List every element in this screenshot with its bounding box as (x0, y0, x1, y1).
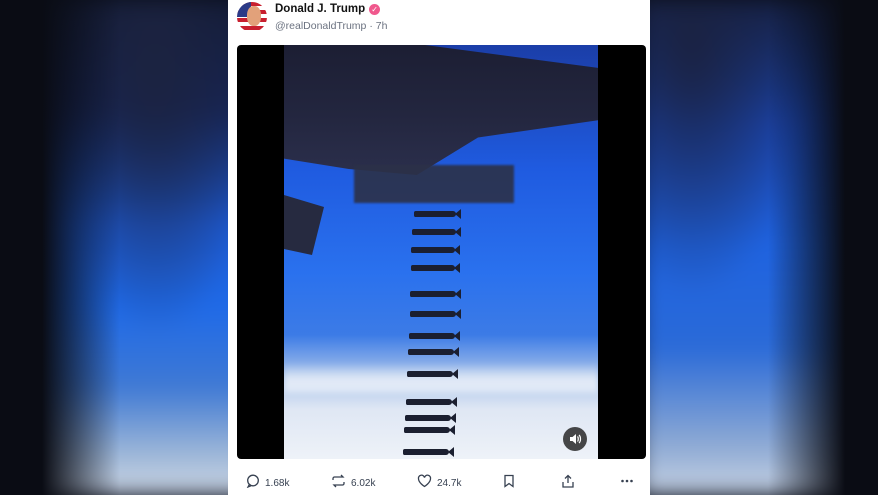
separator-dot: · (369, 20, 373, 32)
more-options-button[interactable] (620, 474, 634, 493)
bomb (411, 265, 455, 271)
author-handle[interactable]: @realDonaldTrump (275, 20, 366, 32)
aircraft-strut (284, 195, 324, 255)
post-time[interactable]: 7h (376, 20, 388, 32)
share-button[interactable] (561, 474, 575, 494)
bomb (407, 371, 453, 377)
share-icon (561, 474, 575, 494)
bomb (412, 229, 456, 235)
avatar-face (247, 6, 261, 26)
video-frame[interactable] (284, 45, 598, 459)
heart-icon (417, 474, 432, 493)
more-icon (620, 474, 634, 493)
bomb (410, 291, 456, 297)
like-button[interactable]: 24.7k (417, 474, 461, 493)
bomb (403, 449, 449, 455)
video-player[interactable] (237, 45, 646, 459)
bomb-bay (354, 165, 514, 203)
speaker-icon[interactable] (563, 427, 587, 451)
bomb (408, 349, 454, 355)
avatar[interactable] (237, 2, 267, 32)
bomb (414, 211, 456, 217)
like-count: 24.7k (437, 478, 462, 489)
retruth-icon (331, 474, 346, 493)
reply-count: 1.68k (265, 478, 290, 489)
retruth-count: 6.02k (351, 478, 376, 489)
handle-row: @realDonaldTrump · 7h (275, 20, 387, 32)
reply-button[interactable]: 1.68k (246, 474, 289, 493)
left-vignette (0, 0, 120, 495)
bomb (406, 399, 452, 405)
author-name[interactable]: Donald J. Trump (275, 3, 365, 15)
right-vignette (768, 0, 878, 495)
bomb (409, 333, 455, 339)
bookmark-button[interactable] (503, 474, 515, 493)
author-row: Donald J. Trump ✓ (275, 3, 381, 15)
action-bar: 1.68k 6.02k 24.7k (246, 474, 638, 490)
verified-badge-icon: ✓ (369, 3, 381, 15)
bomb (410, 311, 456, 317)
reply-icon (246, 474, 260, 493)
bomb (404, 427, 450, 433)
cloud-horizon (284, 363, 598, 393)
retruth-button[interactable]: 6.02k (331, 474, 375, 493)
aircraft-wing (284, 45, 598, 175)
bomb (411, 247, 455, 253)
post-card: Donald J. Trump ✓ @realDonaldTrump · 7h (228, 0, 650, 495)
bookmark-icon (503, 474, 515, 493)
bomb (405, 415, 451, 421)
